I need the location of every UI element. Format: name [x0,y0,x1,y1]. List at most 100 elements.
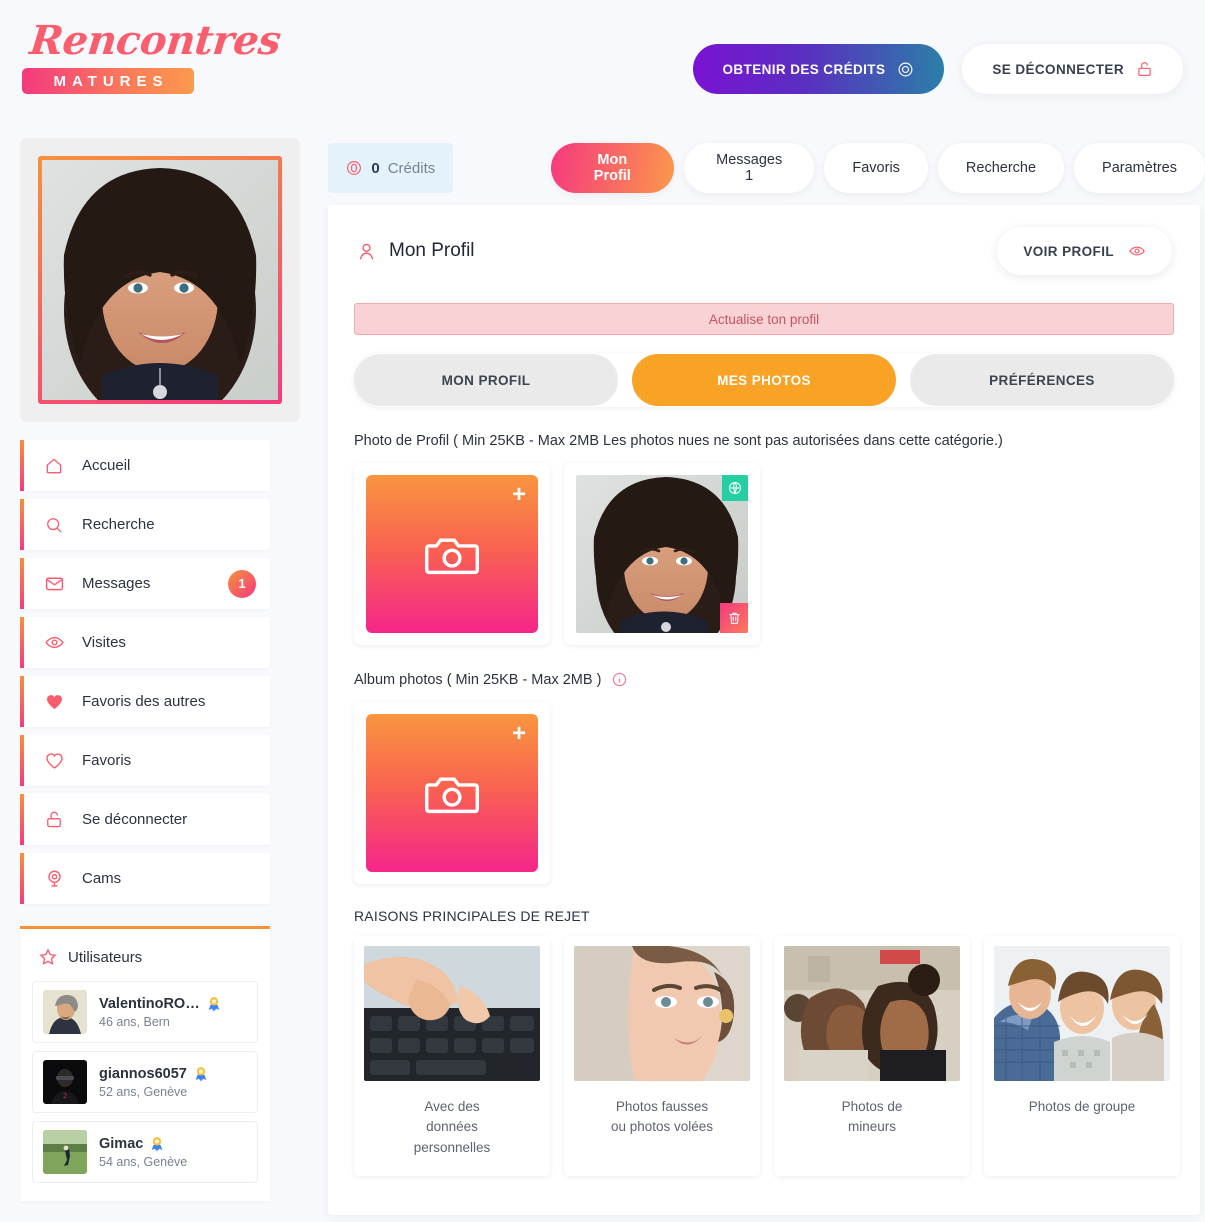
list-item[interactable]: Gimac 54 ans, Genève [32,1121,258,1183]
sidebar-item-messages[interactable]: Messages 1 [20,558,270,609]
home-icon [44,456,74,476]
avatar [43,1130,87,1174]
users-panel: Utilisateurs ValentinoRO… 46 ans, Bern 2… [20,926,270,1201]
profile-photo-thumb [576,475,748,633]
album-label-text: Album photos ( Min 25KB - Max 2MB ) [354,671,602,688]
search-icon [44,515,74,535]
top-tabs-row: 0 Crédits Mon Profil Messages 1 Favoris … [328,143,1205,193]
list-item[interactable]: ValentinoRO… 46 ans, Bern [32,981,258,1043]
tab-mon-profil[interactable]: Mon Profil [550,143,675,193]
profile-update-alert[interactable]: Actualise ton profil [354,303,1174,335]
profile-subtabs: MON PROFIL MES PHOTOS PRÉFÉRENCES [354,353,1174,407]
credits-count: 0 [371,159,380,177]
camera-icon [424,538,480,575]
trash-icon [729,612,739,624]
plus-icon: + [511,481,526,508]
medal-icon [152,1136,163,1151]
profile-photo-tiles: + [354,463,1200,645]
sidebar-item-se-deconnecter[interactable]: Se déconnecter [20,794,270,845]
profile-photo-card [20,138,300,422]
camera-icon [424,777,480,814]
user-meta: 54 ans, Genève [99,1154,188,1169]
unlock-icon [44,809,74,830]
avatar [43,990,87,1034]
user-name: Gimac [99,1135,144,1152]
list-item[interactable]: 2 giannos6057 52 ans, Genève [32,1051,258,1113]
sidebar-item-favoris-des-autres[interactable]: Favoris des autres [20,676,270,727]
user-name-row: giannos6057 [99,1066,209,1082]
person-icon [359,243,374,260]
svg-text:2: 2 [63,1092,67,1100]
reject-caption: Photos de mineurs [841,1099,903,1135]
upload-album-photo-card[interactable]: + [354,702,550,884]
sidebar-item-cams[interactable]: Cams [20,853,270,904]
eye-icon [44,632,74,653]
reject-card-personal-data: Avec des données personnelles [354,936,550,1176]
profile-photo-card[interactable] [564,463,760,645]
panel-header: Mon Profil VOIR PROFIL [328,205,1200,281]
reject-card-fake-photos: Photos fausses ou photos volées [564,936,760,1176]
reject-image [574,946,750,1081]
sidebar-item-recherche[interactable]: Recherche [20,499,270,550]
globe-icon [728,481,742,495]
upload-profile-photo-card[interactable]: + [354,463,550,645]
user-name-row: ValentinoRO… [99,996,222,1012]
logout-label: SE DÉCONNECTER [992,61,1124,77]
user-meta: 46 ans, Bern [99,1014,170,1029]
view-profile-label: VOIR PROFIL [1023,243,1114,259]
get-credits-label: OBTENIR DES CRÉDITS [722,61,886,77]
credits-label: Crédits [387,159,436,177]
star-icon [39,948,57,965]
profile-photo-label-text: Photo de Profil ( Min 25KB - Max 2MB Les… [354,433,1003,449]
tab-messages[interactable]: Messages 1 [684,143,815,193]
delete-photo-button[interactable] [720,603,748,633]
user-meta: 52 ans, Genève [99,1084,188,1099]
reject-card-minors: Photos de mineurs [774,936,970,1176]
profile-avatar[interactable] [38,156,282,404]
subtab-mon-profil[interactable]: MON PROFIL [354,354,618,406]
album-upload-dropzone[interactable]: + [366,714,538,872]
tab-favoris[interactable]: Favoris [824,143,928,193]
sidebar-item-label: Favoris des autres [82,693,206,710]
sidebar-item-accueil[interactable]: Accueil [20,440,270,491]
users-panel-header: Utilisateurs [32,943,258,981]
brand-name: Rencontres [27,17,283,64]
page-header: Rencontres MATURES OBTENIR DES CRÉDITS S… [0,0,1205,132]
sidebar-item-label: Visites [82,634,126,651]
user-name-row: Gimac [99,1136,187,1152]
sidebar-item-visites[interactable]: Visites [20,617,270,668]
reject-image [364,946,540,1081]
reject-section-title: RAISONS PRINCIPALES DE REJET [354,908,590,924]
subtab-preferences[interactable]: PRÉFÉRENCES [910,354,1174,406]
avatar: 2 [43,1060,87,1104]
reject-card-group-photos: Photos de groupe [984,936,1180,1176]
logout-button[interactable]: SE DÉCONNECTER [962,44,1183,94]
medal-icon [195,1066,207,1081]
sidebar-item-label: Messages [82,575,151,592]
upload-dropzone[interactable]: + [366,475,538,633]
tab-parametres[interactable]: Paramètres [1074,143,1205,193]
sidebar-item-favoris[interactable]: Favoris [20,735,270,786]
reject-caption: Avec des données personnelles [413,1099,491,1155]
info-icon[interactable] [611,671,628,688]
heart-outline-icon [44,750,74,771]
reject-image [784,946,960,1081]
header-actions: OBTENIR DES CRÉDITS SE DÉCONNECTER [692,44,1183,94]
view-profile-button[interactable]: VOIR PROFIL [997,227,1172,275]
tab-recherche[interactable]: Recherche [937,143,1065,193]
credits-badge[interactable]: 0 Crédits [328,143,453,193]
tab-list: Mon Profil Messages 1 Favoris Recherche … [550,143,1205,193]
page-title: Mon Profil [356,240,475,262]
medal-icon [208,996,220,1011]
plus-icon: + [511,720,526,747]
set-public-badge[interactable] [722,475,748,501]
brand-tagline: MATURES [53,72,169,90]
brand-logo[interactable]: Rencontres MATURES [22,17,322,94]
subtab-mes-photos[interactable]: MES PHOTOS [632,354,896,406]
avatar-image [42,160,278,400]
album-section-label: Album photos ( Min 25KB - Max 2MB ) [354,671,1200,688]
user-name: giannos6057 [99,1065,187,1082]
unlock-icon [1138,62,1151,76]
get-credits-button[interactable]: OBTENIR DES CRÉDITS [692,44,945,94]
sidebar-nav: Accueil Recherche Messages 1 Visites Fav… [20,440,270,904]
